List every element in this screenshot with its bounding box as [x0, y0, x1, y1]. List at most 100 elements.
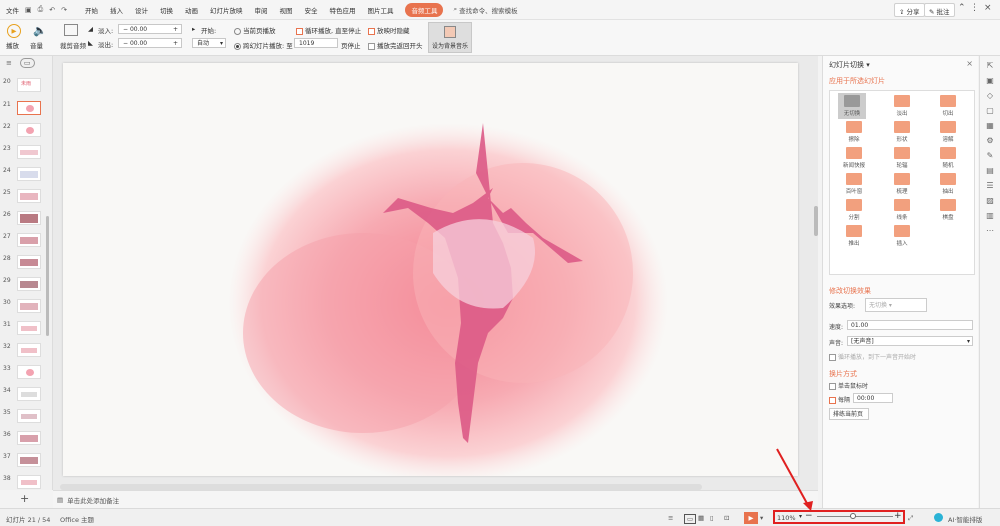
fade-out-field[interactable]: − 00.00 +	[118, 38, 182, 48]
notes-placeholder[interactable]: 单击此处添加备注	[67, 495, 119, 505]
thumbnail-37[interactable]: 37	[3, 453, 41, 467]
stop-page-field[interactable]: 1019	[294, 38, 338, 48]
across-slides-radio[interactable]	[234, 42, 241, 50]
transition-shape[interactable]: 形状	[888, 121, 916, 143]
menu-design[interactable]: 设计	[135, 5, 148, 15]
transition-fade[interactable]: 淡出	[888, 95, 916, 117]
notes-toggle-icon[interactable]: ≡	[668, 514, 673, 522]
comment-button[interactable]: ✎ 批注	[924, 3, 955, 17]
thumbnail-scrollbar[interactable]	[46, 216, 49, 336]
close-icon[interactable]: ×	[984, 3, 992, 13]
transition-insert[interactable]: 插入	[888, 225, 916, 247]
thumbnail-23[interactable]: 23	[3, 145, 41, 159]
settings-icon[interactable]: ⚙	[980, 136, 1000, 145]
transition-newsflash[interactable]: 新闻快报	[840, 147, 868, 169]
transition-comb[interactable]: 梳理	[888, 173, 916, 195]
normal-view-icon[interactable]: ▭	[684, 514, 697, 524]
hide-checkbox[interactable]	[368, 27, 375, 35]
reading-view-icon[interactable]: ▯	[710, 514, 714, 522]
thumbnail-32[interactable]: 32	[3, 343, 41, 357]
play-label[interactable]: 播放	[6, 40, 19, 50]
transition-random[interactable]: 随机	[934, 147, 962, 169]
menu-security[interactable]: 安全	[304, 5, 317, 15]
loop-checkbox[interactable]	[296, 27, 303, 35]
ballerina-watercolor-image[interactable]	[63, 63, 798, 483]
menu-audio-tools[interactable]: 音频工具	[405, 2, 444, 17]
thumbnail-21[interactable]: 21	[3, 101, 41, 115]
trim-audio-label[interactable]: 裁剪音频	[60, 40, 86, 50]
fade-in-field[interactable]: − 00.00 +	[118, 24, 182, 34]
across-slides-option[interactable]: 跨幻灯片播放: 至	[234, 40, 293, 50]
thumbnail-33[interactable]: 33	[3, 365, 41, 379]
pane-title[interactable]: 幻灯片切换 ▾	[829, 60, 870, 70]
zoom-in-icon[interactable]: +	[894, 511, 902, 521]
list-view-icon[interactable]: ≡	[6, 59, 12, 67]
every-time-field[interactable]: 00:00	[853, 393, 893, 403]
fade-in-plus-icon[interactable]: +	[173, 25, 178, 34]
redo-icon[interactable]: ↷	[61, 6, 67, 14]
transition-cut[interactable]: 切出	[934, 95, 962, 117]
hide-option[interactable]: 放映时隐藏	[368, 25, 410, 35]
volume-icon[interactable]: 🔈	[33, 24, 47, 37]
list-icon[interactable]: ☰	[980, 181, 1000, 190]
object-icon[interactable]: ▢	[980, 106, 1000, 115]
ai-layout-button[interactable]: AI·智能排版	[948, 514, 982, 524]
notes-bar[interactable]: ▤ 单击此处添加备注	[53, 490, 818, 508]
on-click-checkbox[interactable]	[829, 383, 836, 390]
print-icon[interactable]: ⎙	[38, 5, 44, 14]
every-option[interactable]: 每隔	[829, 395, 850, 404]
loop-option[interactable]: 循环播放, 直至停止	[296, 25, 361, 35]
transition-lines[interactable]: 线条	[888, 199, 916, 221]
thumbnail-30[interactable]: 30	[3, 299, 41, 313]
thumbnail-25[interactable]: 25	[3, 189, 41, 203]
fit-window-icon[interactable]: ⤢	[908, 514, 913, 523]
menu-insert[interactable]: 插入	[110, 5, 123, 15]
transition-pane-icon[interactable]: ▣	[980, 76, 1000, 85]
rewind-checkbox[interactable]	[368, 42, 375, 50]
volume-label[interactable]: 音量	[30, 40, 43, 50]
current-page-radio[interactable]	[234, 27, 241, 35]
slideshow-play-icon[interactable]: ▶	[744, 512, 758, 524]
play-icon[interactable]: ▶	[7, 24, 21, 38]
thumbnail-view-icon[interactable]: ▭	[19, 58, 35, 68]
loop-sound-checkbox[interactable]	[829, 354, 836, 361]
thumbnail-38[interactable]: 38	[3, 475, 41, 489]
thumbnail-20[interactable]: 20 未雨	[3, 78, 41, 92]
transition-checkerboard[interactable]: 棋盘	[934, 199, 962, 221]
trim-audio-icon[interactable]	[64, 24, 78, 36]
transition-wheel[interactable]: 轮辐	[888, 147, 916, 169]
transition-split[interactable]: 分割	[840, 199, 868, 221]
current-page-option[interactable]: 当前页播放	[234, 25, 276, 35]
menu-animation[interactable]: 动画	[185, 5, 198, 15]
zoom-dropdown-icon[interactable]: ▾	[799, 513, 802, 520]
fade-out-plus-icon[interactable]: +	[173, 39, 178, 48]
search-icon[interactable]: ⌕	[453, 5, 457, 14]
transition-blinds[interactable]: 百叶窗	[840, 173, 868, 195]
rehearse-button[interactable]: 排练当前页	[829, 408, 869, 420]
chart-icon[interactable]: ▥	[980, 211, 1000, 220]
thumbnail-35[interactable]: 35	[3, 409, 41, 423]
loop-sound-option[interactable]: 循环播放，到下一声音开始时	[829, 352, 916, 361]
zoom-level[interactable]: 110%	[777, 514, 796, 522]
more-icon[interactable]: ⋮	[970, 3, 979, 13]
layout-icon[interactable]: ▤	[980, 166, 1000, 175]
menu-view[interactable]: 视图	[279, 5, 292, 15]
presenter-view-icon[interactable]: ⊡	[724, 514, 729, 522]
sound-select[interactable]: [无声音] ▾	[847, 336, 973, 346]
more-tools-icon[interactable]: ⋯	[980, 226, 1000, 235]
slideshow-chevron-icon[interactable]: ▾	[760, 514, 763, 522]
thumbnail-36[interactable]: 36	[3, 431, 41, 445]
share-button[interactable]: ⇪ 分享	[894, 3, 925, 17]
thumbnail-22[interactable]: 22	[3, 123, 41, 137]
menu-review[interactable]: 审阅	[254, 5, 267, 15]
undo-icon[interactable]: ↶	[49, 6, 55, 14]
grid-icon[interactable]: ▦	[980, 121, 1000, 130]
image-icon[interactable]: ▨	[980, 196, 1000, 205]
effect-options-select[interactable]: 无切换 ▾	[865, 298, 927, 312]
transition-wipe[interactable]: 擦除	[840, 121, 868, 143]
start-select[interactable]: 自动 ▾	[192, 38, 226, 48]
command-search[interactable]: 查找命令、搜索模板	[459, 5, 518, 15]
editor-vscroll[interactable]	[814, 206, 818, 236]
slide-canvas[interactable]	[63, 63, 798, 483]
save-icon[interactable]: ▣	[25, 6, 32, 14]
